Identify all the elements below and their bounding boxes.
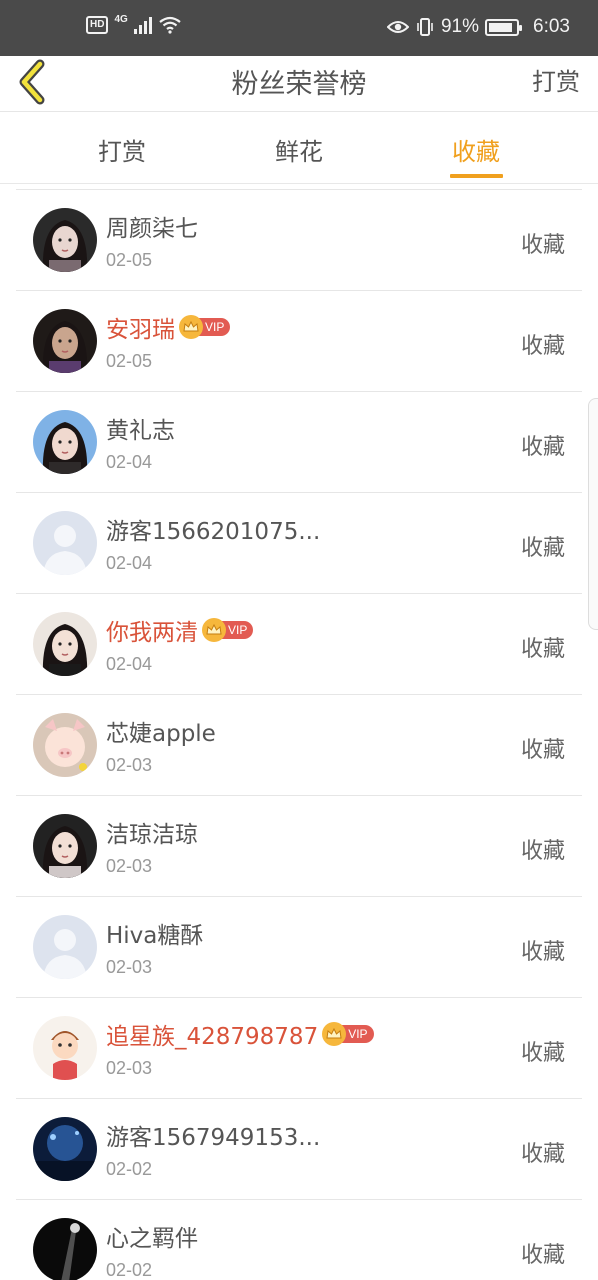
app-header: 粉丝荣誉榜 打赏 xyxy=(0,56,598,112)
active-tab-indicator xyxy=(450,174,503,178)
name-line: 洁琼洁琼 xyxy=(106,816,198,848)
name-line: 游客1566201075... xyxy=(106,513,320,545)
avatar[interactable] xyxy=(33,511,97,575)
page-title: 粉丝荣誉榜 xyxy=(231,69,367,100)
favorite-type-label: 收藏 xyxy=(520,1041,565,1066)
name-line: 周颜柒七 xyxy=(106,210,198,242)
wifi-icon xyxy=(159,16,181,34)
date-label: 02-02 xyxy=(106,1159,153,1179)
reward-button[interactable]: 打赏 xyxy=(532,62,580,97)
list-item[interactable]: 追星族_428798787 VIP 02-03 收藏 xyxy=(0,998,598,1099)
avatar[interactable] xyxy=(33,1218,97,1280)
list-item[interactable]: 游客1566201075... 02-04 收藏 xyxy=(0,493,598,594)
list-item[interactable]: 芯婕apple 02-03 收藏 xyxy=(0,695,598,796)
user-name: Hiva糖酥 xyxy=(106,923,204,949)
favorite-type-label: 收藏 xyxy=(520,435,565,460)
date-label: 02-03 xyxy=(106,856,153,876)
date-label: 02-02 xyxy=(106,1260,153,1280)
favorite-type-label: 收藏 xyxy=(520,233,565,258)
date-label: 02-05 xyxy=(106,250,153,270)
crown-icon xyxy=(179,315,203,339)
favorite-type-label: 收藏 xyxy=(520,738,565,763)
tab-flowers[interactable]: 鲜花 xyxy=(239,132,359,167)
date-label: 02-05 xyxy=(106,351,153,371)
fan-list: 周颜柒七 02-05 收藏 安羽瑞 VIP 02-05 收藏 黄礼志 02-04 收藏 游客1566… xyxy=(0,190,598,1280)
list-item[interactable]: 游客1567949153... 02-02 收藏 xyxy=(0,1099,598,1200)
name-line: 追星族_428798787 VIP xyxy=(106,1018,374,1050)
date-label: 02-04 xyxy=(106,654,153,674)
user-name: 周颜柒七 xyxy=(106,216,198,242)
date-label: 02-03 xyxy=(106,957,153,977)
favorite-type-label: 收藏 xyxy=(520,536,565,561)
status-right: 91% 6:03 xyxy=(386,16,570,38)
user-name: 心之羁伴 xyxy=(106,1226,198,1252)
eye-comfort-icon xyxy=(386,21,409,33)
avatar[interactable] xyxy=(33,309,97,373)
avatar[interactable] xyxy=(33,713,97,777)
network-type-icon: 4G xyxy=(114,13,128,25)
crown-icon xyxy=(202,618,226,642)
battery-icon xyxy=(485,18,523,36)
favorite-type-label: 收藏 xyxy=(520,940,565,965)
favorite-type-label: 收藏 xyxy=(520,334,565,359)
avatar[interactable] xyxy=(33,208,97,272)
list-item[interactable]: 你我两清 VIP 02-04 收藏 xyxy=(0,594,598,695)
list-item[interactable]: 周颜柒七 02-05 收藏 xyxy=(0,190,598,291)
battery-percent: 91% xyxy=(440,16,480,37)
tab-favorites[interactable]: 收藏 xyxy=(416,132,536,167)
avatar[interactable] xyxy=(33,915,97,979)
tab-bar: 打赏 鲜花 收藏 xyxy=(0,112,598,184)
name-line: Hiva糖酥 xyxy=(106,917,203,949)
name-line: 安羽瑞 VIP xyxy=(106,311,231,343)
date-label: 02-03 xyxy=(106,1058,153,1078)
list-item[interactable]: 安羽瑞 VIP 02-05 收藏 xyxy=(0,291,598,392)
date-label: 02-03 xyxy=(106,755,153,775)
name-line: 游客1567949153... xyxy=(106,1119,320,1151)
name-line: 芯婕apple xyxy=(106,715,216,747)
favorite-type-label: 收藏 xyxy=(520,1142,565,1167)
user-name: 游客1567949153... xyxy=(106,1125,321,1151)
vip-badge: VIP xyxy=(179,315,231,339)
list-item[interactable]: Hiva糖酥 02-03 收藏 xyxy=(0,897,598,998)
vibrate-icon xyxy=(417,18,433,36)
user-name: 安羽瑞 xyxy=(106,317,175,343)
name-line: 黄礼志 xyxy=(106,412,175,444)
clock: 6:03 xyxy=(533,16,570,37)
favorite-type-label: 收藏 xyxy=(520,1243,565,1268)
list-item[interactable]: 心之羁伴 02-02 收藏 xyxy=(0,1200,598,1280)
user-name: 你我两清 xyxy=(106,620,198,646)
hd-icon: HD xyxy=(86,16,109,34)
name-line: 心之羁伴 xyxy=(106,1220,198,1252)
user-name: 黄礼志 xyxy=(106,418,175,444)
vip-badge: VIP xyxy=(322,1022,374,1046)
list-item[interactable]: 洁琼洁琼 02-03 收藏 xyxy=(0,796,598,897)
avatar[interactable] xyxy=(33,410,97,474)
favorite-type-label: 收藏 xyxy=(520,839,565,864)
user-name: 芯婕apple xyxy=(106,721,216,747)
signal-icon xyxy=(133,16,152,34)
avatar[interactable] xyxy=(33,1016,97,1080)
user-name: 追星族_428798787 xyxy=(106,1024,319,1050)
status-left: HD 4G xyxy=(86,13,182,34)
user-name: 游客1566201075... xyxy=(106,519,321,545)
tab-reward[interactable]: 打赏 xyxy=(62,132,182,167)
name-line: 你我两清 VIP xyxy=(106,614,254,646)
user-name: 洁琼洁琼 xyxy=(106,822,198,848)
favorite-type-label: 收藏 xyxy=(520,637,565,662)
date-label: 02-04 xyxy=(106,553,153,573)
vip-badge: VIP xyxy=(202,618,254,642)
status-bar: HD 4G 91% 6:03 xyxy=(0,0,598,56)
avatar[interactable] xyxy=(33,1117,97,1181)
date-label: 02-04 xyxy=(106,452,153,472)
avatar[interactable] xyxy=(33,612,97,676)
avatar[interactable] xyxy=(33,814,97,878)
list-item[interactable]: 黄礼志 02-04 收藏 xyxy=(0,392,598,493)
